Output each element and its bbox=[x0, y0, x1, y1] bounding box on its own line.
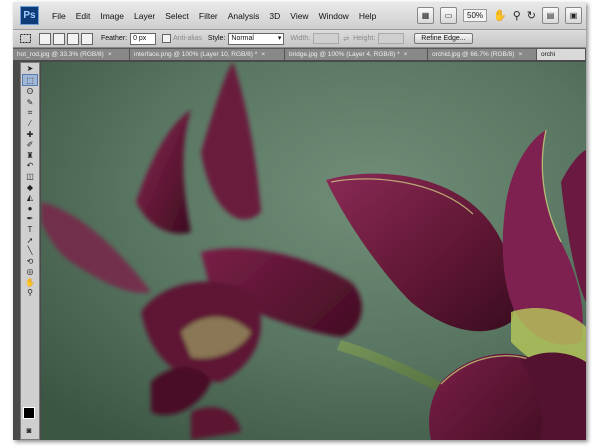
new-selection-icon[interactable] bbox=[39, 32, 51, 45]
menu-select[interactable]: Select bbox=[160, 11, 194, 21]
style-value: Normal bbox=[231, 34, 254, 42]
rect-marquee-tool-icon[interactable]: ⬚ bbox=[22, 73, 38, 87]
style-select[interactable]: Normal ▾ bbox=[228, 32, 285, 45]
hand-tool-icon[interactable]: ✋ bbox=[23, 277, 37, 288]
screen-mode-icon[interactable]: ▭ bbox=[440, 7, 457, 24]
menu-3d[interactable]: 3D bbox=[264, 11, 285, 21]
arrange-documents-icon[interactable]: ▤ bbox=[542, 7, 559, 24]
main-menu: File Edit Image Layer Select Filter Anal… bbox=[47, 11, 381, 21]
quick-selection-tool-icon[interactable]: ✎ bbox=[23, 97, 37, 108]
feather-label: Feather: bbox=[101, 35, 128, 42]
hand-icon[interactable]: ✋ bbox=[493, 9, 507, 22]
menu-window[interactable]: Window bbox=[314, 11, 354, 21]
type-tool-icon[interactable]: T bbox=[23, 224, 37, 235]
document-tabs: hot_rod.jpg @ 33.3% (RGB/8) × interface.p… bbox=[13, 48, 586, 60]
options-bar: Feather: 0 px Anti-alias Style: Normal ▾… bbox=[13, 30, 586, 48]
width-label: Width: bbox=[290, 35, 311, 42]
tools-panel: ➤ ⬚ ʘ ✎ ⌗ ⁄ ✚ ✐ ♜ ↶ ◫ ◆ ◭ ● ✒ T ➚ ╲ ⟲ ◎ … bbox=[20, 62, 40, 440]
orchid-photo bbox=[41, 62, 586, 440]
height-label: Height: bbox=[353, 35, 376, 42]
menu-file[interactable]: File bbox=[47, 11, 71, 21]
rect-marquee-icon bbox=[20, 34, 31, 43]
healing-brush-tool-icon[interactable]: ✚ bbox=[23, 129, 37, 140]
antialias-label: Anti-alias bbox=[173, 35, 202, 42]
zoom-level[interactable]: 50% bbox=[463, 9, 488, 22]
style-label: Style: bbox=[207, 35, 226, 42]
photoshop-window: Ps File Edit Image Layer Select Filter A… bbox=[13, 2, 586, 440]
subtract-selection-icon[interactable] bbox=[67, 32, 79, 45]
pen-tool-icon[interactable]: ✒ bbox=[23, 213, 37, 224]
history-brush-tool-icon[interactable]: ↶ bbox=[23, 160, 37, 171]
menu-image[interactable]: Image bbox=[95, 11, 129, 21]
foreground-color-swatch[interactable] bbox=[23, 407, 35, 419]
tab-interface[interactable]: interface.png @ 100% (Layer 10, RGB/8) *… bbox=[130, 49, 285, 60]
crop-tool-icon[interactable]: ⌗ bbox=[23, 107, 37, 118]
application-bar: ▦ ▭ 50% ✋ ⚲ ↻ ▤ ▣ bbox=[417, 7, 582, 24]
swap-icon[interactable]: ⇄ bbox=[343, 35, 349, 43]
move-tool-icon[interactable]: ➤ bbox=[23, 63, 37, 74]
quick-mask-icon[interactable]: ◙ bbox=[22, 425, 36, 436]
tab-label: interface.png @ 100% (Layer 10, RGB/8) * bbox=[134, 51, 258, 58]
photoshop-logo: Ps bbox=[20, 6, 39, 25]
antialias-checkbox[interactable] bbox=[162, 34, 172, 43]
chevron-down-icon: ▾ bbox=[277, 34, 282, 42]
eyedropper-tool-icon[interactable]: ⁄ bbox=[23, 118, 37, 129]
menu-edit[interactable]: Edit bbox=[71, 11, 96, 21]
dodge-tool-icon[interactable]: ● bbox=[23, 203, 37, 214]
clone-stamp-tool-icon[interactable]: ♜ bbox=[23, 150, 37, 161]
tab-label: bridge.jpg @ 100% (Layer 4, RGB/8) * bbox=[289, 51, 400, 58]
bridge-icon[interactable]: ▦ bbox=[417, 7, 434, 24]
close-icon[interactable]: × bbox=[518, 51, 522, 58]
feather-input[interactable]: 0 px bbox=[130, 32, 157, 45]
width-input[interactable] bbox=[313, 33, 340, 44]
marquee-preset-picker[interactable] bbox=[19, 33, 33, 44]
close-icon[interactable]: × bbox=[108, 51, 112, 58]
eraser-tool-icon[interactable]: ◫ bbox=[23, 171, 37, 182]
workspace-icon[interactable]: ▣ bbox=[565, 7, 582, 24]
intersect-selection-icon[interactable] bbox=[81, 32, 93, 45]
zoom-tool-icon[interactable]: ⚲ bbox=[23, 287, 37, 298]
rotate-view-icon[interactable]: ↻ bbox=[527, 9, 536, 22]
3d-rotate-tool-icon[interactable]: ⟲ bbox=[23, 256, 37, 267]
tab-orchid-active[interactable]: orchi bbox=[537, 49, 586, 60]
refine-edge-button[interactable]: Refine Edge... bbox=[414, 33, 473, 44]
menu-view[interactable]: View bbox=[285, 11, 313, 21]
zoom-icon[interactable]: ⚲ bbox=[513, 9, 521, 22]
paint-bucket-tool-icon[interactable]: ◆ bbox=[23, 182, 37, 193]
menu-filter[interactable]: Filter bbox=[194, 11, 223, 21]
tab-label: hot_rod.jpg @ 33.3% (RGB/8) bbox=[17, 51, 104, 58]
selection-modes bbox=[39, 32, 95, 45]
tab-label: orchi bbox=[541, 51, 556, 58]
menu-analysis[interactable]: Analysis bbox=[223, 11, 265, 21]
close-icon[interactable]: × bbox=[261, 51, 265, 58]
close-icon[interactable]: × bbox=[404, 51, 408, 58]
blur-tool-icon[interactable]: ◭ bbox=[23, 192, 37, 203]
lasso-tool-icon[interactable]: ʘ bbox=[23, 86, 37, 97]
tab-bridge[interactable]: bridge.jpg @ 100% (Layer 4, RGB/8) * × bbox=[285, 49, 428, 60]
shape-tool-icon[interactable]: ╲ bbox=[23, 245, 37, 256]
menu-bar: Ps File Edit Image Layer Select Filter A… bbox=[13, 2, 586, 30]
tab-label: orchid.jpg @ 66.7% (RGB/8) bbox=[432, 51, 515, 58]
tab-orchid[interactable]: orchid.jpg @ 66.7% (RGB/8) × bbox=[428, 49, 537, 60]
3d-orbit-tool-icon[interactable]: ◎ bbox=[23, 266, 37, 277]
tab-hot-rod[interactable]: hot_rod.jpg @ 33.3% (RGB/8) × bbox=[13, 49, 130, 60]
height-input[interactable] bbox=[378, 33, 405, 44]
menu-help[interactable]: Help bbox=[354, 11, 381, 21]
menu-layer[interactable]: Layer bbox=[129, 11, 160, 21]
brush-tool-icon[interactable]: ✐ bbox=[23, 139, 37, 150]
document-canvas[interactable] bbox=[41, 62, 586, 440]
add-selection-icon[interactable] bbox=[53, 32, 65, 45]
path-selection-tool-icon[interactable]: ➚ bbox=[23, 235, 37, 246]
